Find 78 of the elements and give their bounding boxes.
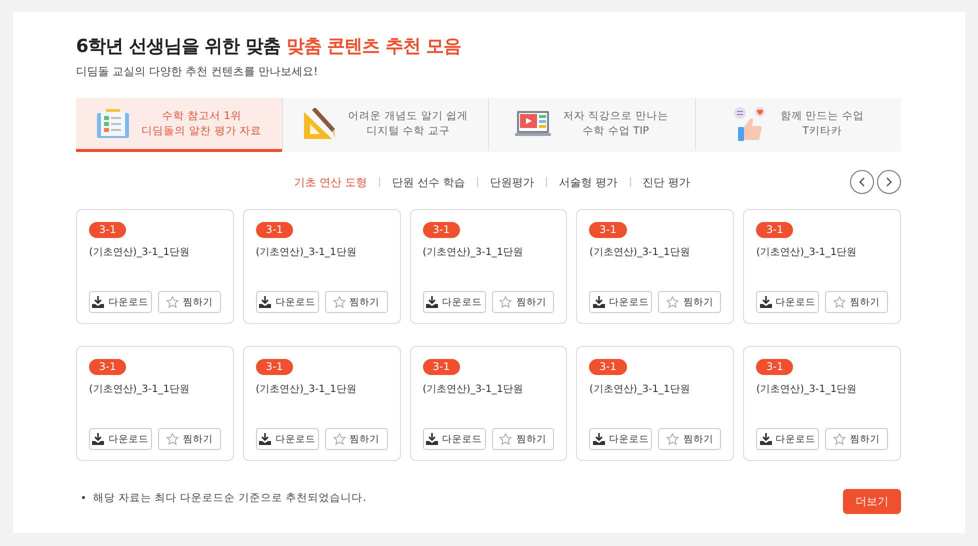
content-title: (기초연산)_3-1_1단원: [89, 246, 190, 260]
star-icon: [332, 433, 346, 445]
favorite-button[interactable]: 찜하기: [158, 428, 221, 450]
favorite-button[interactable]: 찜하기: [492, 428, 554, 450]
download-icon: [426, 296, 438, 308]
grade-badge: 3-1: [756, 222, 794, 238]
favorite-button[interactable]: 찜하기: [825, 291, 888, 313]
grade-badge: 3-1: [256, 359, 293, 375]
download-icon: [92, 296, 104, 308]
page-subtitle: 디딤돌 교실의 다양한 추천 컨텐츠를 만나보세요!: [76, 64, 319, 79]
favorite-button[interactable]: 찜하기: [658, 291, 722, 313]
checklist-icon: [96, 108, 130, 138]
filter-tab[interactable]: 단원 선수 학습: [380, 174, 477, 190]
star-icon: [166, 296, 179, 308]
filter-tab[interactable]: 기초 연산 도형: [282, 174, 379, 190]
page-title-highlight: 맞춤 콘텐츠 추천 모음: [286, 35, 462, 58]
star-icon: [666, 433, 680, 445]
bullet-icon: [82, 496, 85, 499]
ruler-pencil-icon: [302, 108, 336, 140]
favorite-button[interactable]: 찜하기: [658, 428, 722, 450]
content-title: (기초연산)_3-1_1단원: [589, 246, 691, 260]
grade-badge: 3-1: [422, 222, 460, 238]
download-icon: [259, 433, 272, 445]
star-icon: [499, 296, 512, 308]
download-icon: [760, 433, 772, 445]
grade-badge: 3-1: [756, 359, 794, 375]
download-icon: [426, 433, 438, 445]
star-icon: [833, 296, 846, 308]
download-icon: [259, 296, 272, 308]
download-button[interactable]: 다운로드: [589, 291, 652, 313]
star-icon: [499, 433, 512, 445]
star-icon: [166, 433, 179, 445]
page-title: 6학년 선생님을 위한 맞춤: [76, 35, 280, 58]
download-button[interactable]: 다운로드: [756, 291, 820, 313]
grade-badge: 3-1: [422, 359, 460, 375]
download-button[interactable]: 다운로드: [89, 291, 152, 313]
grade-badge: 3-1: [89, 359, 126, 375]
star-icon: [332, 296, 346, 308]
video-lesson-icon: [514, 110, 551, 138]
download-button[interactable]: 다운로드: [89, 428, 152, 450]
chevron-right-icon: [885, 177, 893, 187]
star-icon: [833, 433, 846, 445]
download-button[interactable]: 다운로드: [256, 291, 319, 313]
content-title: (기초연산)_3-1_1단원: [422, 383, 524, 397]
favorite-button[interactable]: 찜하기: [324, 428, 388, 450]
favorite-button[interactable]: 찜하기: [492, 291, 554, 313]
download-icon: [592, 296, 605, 308]
download-button[interactable]: 다운로드: [422, 291, 486, 313]
chevron-left-icon: [858, 177, 866, 187]
favorite-button[interactable]: 찜하기: [825, 428, 888, 450]
content-title: (기초연산)_3-1_1단원: [422, 246, 524, 260]
download-button[interactable]: 다운로드: [256, 428, 319, 450]
footnote: 해당 자료는 최다 다운로드순 기준으로 추천되었습니다.: [93, 490, 366, 504]
more-button[interactable]: 더보기: [843, 489, 901, 514]
favorite-button[interactable]: 찜하기: [158, 291, 221, 313]
download-button[interactable]: 다운로드: [422, 428, 486, 450]
download-button[interactable]: 다운로드: [589, 428, 652, 450]
download-icon: [760, 296, 772, 308]
grade-badge: 3-1: [256, 222, 293, 238]
filter-tab[interactable]: 단원평가: [478, 174, 546, 190]
content-title: (기초연산)_3-1_1단원: [756, 383, 858, 397]
content-title: (기초연산)_3-1_1단원: [589, 383, 691, 397]
favorite-button[interactable]: 찜하기: [324, 291, 388, 313]
next-button[interactable]: [877, 170, 901, 194]
content-title: (기초연산)_3-1_1단원: [256, 246, 358, 260]
grade-badge: 3-1: [589, 222, 627, 238]
download-button[interactable]: 다운로드: [756, 428, 820, 450]
download-icon: [592, 433, 605, 445]
star-icon: [666, 296, 680, 308]
grade-badge: 3-1: [89, 222, 126, 238]
content-title: (기초연산)_3-1_1단원: [256, 383, 358, 397]
filter-tab[interactable]: 진단 평가: [630, 174, 702, 190]
filter-tab[interactable]: 서술형 평가: [547, 174, 630, 190]
content-title: (기초연산)_3-1_1단원: [89, 383, 190, 397]
grade-badge: 3-1: [589, 359, 627, 375]
download-icon: [92, 433, 104, 445]
content-title: (기초연산)_3-1_1단원: [756, 246, 858, 260]
previous-button[interactable]: [850, 170, 874, 194]
